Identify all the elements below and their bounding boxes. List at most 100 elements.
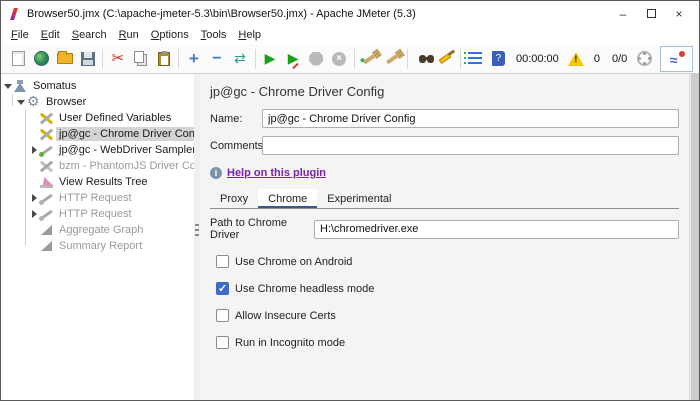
collapse-remove-button[interactable]	[205, 47, 228, 71]
start-no-pauses-button[interactable]	[282, 47, 305, 71]
checkbox-icon[interactable]	[216, 255, 229, 268]
toolbar-separator	[102, 48, 104, 69]
test-plan-icon	[13, 79, 28, 93]
config-tabs: Proxy Chrome Experimental	[210, 189, 679, 209]
log-errors-button[interactable]	[565, 47, 588, 71]
stop-button[interactable]	[305, 47, 328, 71]
config-tools-icon	[39, 127, 54, 141]
name-input[interactable]	[262, 109, 679, 128]
expand-add-button[interactable]	[182, 47, 205, 71]
menu-search[interactable]: Search	[66, 28, 113, 42]
toolbar-separator	[406, 48, 408, 69]
comments-input[interactable]	[262, 136, 679, 155]
copy-button[interactable]	[129, 47, 152, 71]
tree-item-chrome-driver-config[interactable]: jp@gc - Chrome Driver Config	[1, 126, 194, 142]
clear-all-button[interactable]	[381, 47, 404, 71]
function-helper-button[interactable]	[464, 47, 487, 71]
checkbox-run-in-incognito-mode[interactable]: Run in Incognito mode	[216, 336, 679, 349]
tree-item-test-plan[interactable]: Somatus	[1, 78, 194, 94]
tree-item-aggregate-graph[interactable]: Aggregate Graph	[1, 222, 194, 238]
menu-options[interactable]: Options	[145, 28, 195, 42]
checkbox-icon[interactable]	[216, 309, 229, 322]
info-icon: i	[210, 167, 222, 179]
menu-help[interactable]: Help	[232, 28, 267, 42]
open-file-button[interactable]	[53, 47, 76, 71]
help-plugin-link[interactable]: Help on this plugin	[227, 167, 326, 179]
search-reset-icon	[439, 53, 452, 64]
checkbox-allow-insecure-certs[interactable]: Allow Insecure Certs	[216, 309, 679, 322]
chrome-driver-config-panel: jp@gc - Chrome Driver Config Name: Comme…	[200, 74, 689, 400]
tab-chrome[interactable]: Chrome	[258, 189, 318, 208]
paste-button[interactable]	[152, 47, 175, 71]
plugins-manager-button[interactable]	[660, 45, 694, 72]
expander-icon[interactable]	[16, 100, 26, 105]
search-reset-button[interactable]	[434, 47, 457, 71]
new-file-icon	[12, 51, 26, 66]
templates-button[interactable]	[30, 47, 53, 71]
templates-icon	[34, 51, 50, 66]
threads-indicator	[633, 47, 656, 71]
help-button[interactable]	[487, 47, 510, 71]
start-button[interactable]	[258, 47, 281, 71]
menu-run[interactable]: Run	[113, 28, 145, 42]
divider-grip-icon	[195, 223, 199, 238]
tree-item-user-defined-variables[interactable]: User Defined Variables	[1, 110, 194, 126]
start-no-pauses-icon	[288, 50, 299, 68]
clear-icon	[362, 53, 376, 64]
expander-icon[interactable]	[3, 84, 13, 89]
checkbox-icon[interactable]	[216, 282, 229, 295]
menu-file[interactable]: File	[5, 28, 35, 42]
tree-item-summary-report[interactable]: Summary Report	[1, 238, 194, 254]
expander-icon[interactable]	[29, 146, 39, 154]
name-label: Name:	[210, 112, 243, 125]
tree-item-thread-group[interactable]: Browser	[1, 93, 194, 110]
menu-tools[interactable]: Tools	[195, 28, 233, 42]
thread-count: 0/0	[611, 52, 628, 65]
menu-bar: File Edit Search Run Options Tools Help	[1, 26, 699, 44]
name-row: Name:	[210, 109, 679, 128]
elapsed-timer: 00:00:00	[515, 52, 559, 65]
menu-edit[interactable]: Edit	[35, 28, 66, 42]
expander-icon[interactable]	[29, 210, 39, 218]
split-pane-divider[interactable]	[194, 74, 200, 400]
new-file-button[interactable]	[7, 47, 30, 71]
save-icon	[80, 51, 95, 66]
tab-proxy[interactable]: Proxy	[210, 189, 258, 208]
checkbox-use-chrome-headless-mode[interactable]: Use Chrome headless mode	[216, 282, 679, 295]
shutdown-button[interactable]	[328, 47, 351, 71]
start-icon	[265, 50, 276, 68]
clear-button[interactable]	[358, 47, 381, 71]
tab-experimental[interactable]: Experimental	[317, 189, 401, 208]
tree-item-phantomjs-driver-config[interactable]: bzm - PhantomJS Driver Config	[1, 158, 194, 174]
chromedriver-path-input[interactable]	[314, 219, 679, 239]
comments-label: Comments:	[210, 139, 267, 152]
expander-icon[interactable]	[29, 194, 39, 202]
save-button[interactable]	[76, 47, 99, 71]
maximize-icon	[646, 9, 656, 18]
remove-icon	[212, 50, 221, 68]
tree-item-http-request-1[interactable]: HTTP Request	[1, 190, 194, 206]
function-helper-icon	[464, 52, 483, 65]
vertical-scrollbar[interactable]	[689, 74, 699, 400]
open-file-icon	[56, 51, 73, 64]
minimize-button[interactable]: –	[609, 4, 637, 24]
jmeter-window: Browser50.jmx (C:\apache-jmeter-5.3\bin\…	[0, 0, 700, 401]
checkbox-icon[interactable]	[216, 336, 229, 349]
chromedriver-path-row: Path to Chrome Driver	[210, 217, 679, 241]
checkbox-use-chrome-on-android[interactable]: Use Chrome on Android	[216, 255, 679, 268]
tree-item-view-results-tree[interactable]: View Results Tree	[1, 174, 194, 190]
plugins-manager-icon	[670, 50, 685, 68]
tree-item-webdriver-sampler[interactable]: jp@gc - WebDriver Sampler	[1, 142, 194, 158]
close-button[interactable]: ×	[665, 4, 693, 24]
scrollbar-thumb[interactable]	[691, 74, 699, 400]
toolbar-separator	[178, 48, 180, 69]
cut-button[interactable]	[106, 47, 129, 71]
search-button[interactable]	[411, 47, 434, 71]
results-tree-chart-icon	[39, 175, 54, 189]
title-bar: Browser50.jmx (C:\apache-jmeter-5.3\bin\…	[1, 1, 699, 26]
maximize-button[interactable]	[637, 4, 665, 24]
help-icon	[491, 51, 505, 66]
toggle-button[interactable]	[228, 47, 251, 71]
panel-title: jp@gc - Chrome Driver Config	[210, 84, 385, 99]
tree-item-http-request-2[interactable]: HTTP Request	[1, 206, 194, 222]
